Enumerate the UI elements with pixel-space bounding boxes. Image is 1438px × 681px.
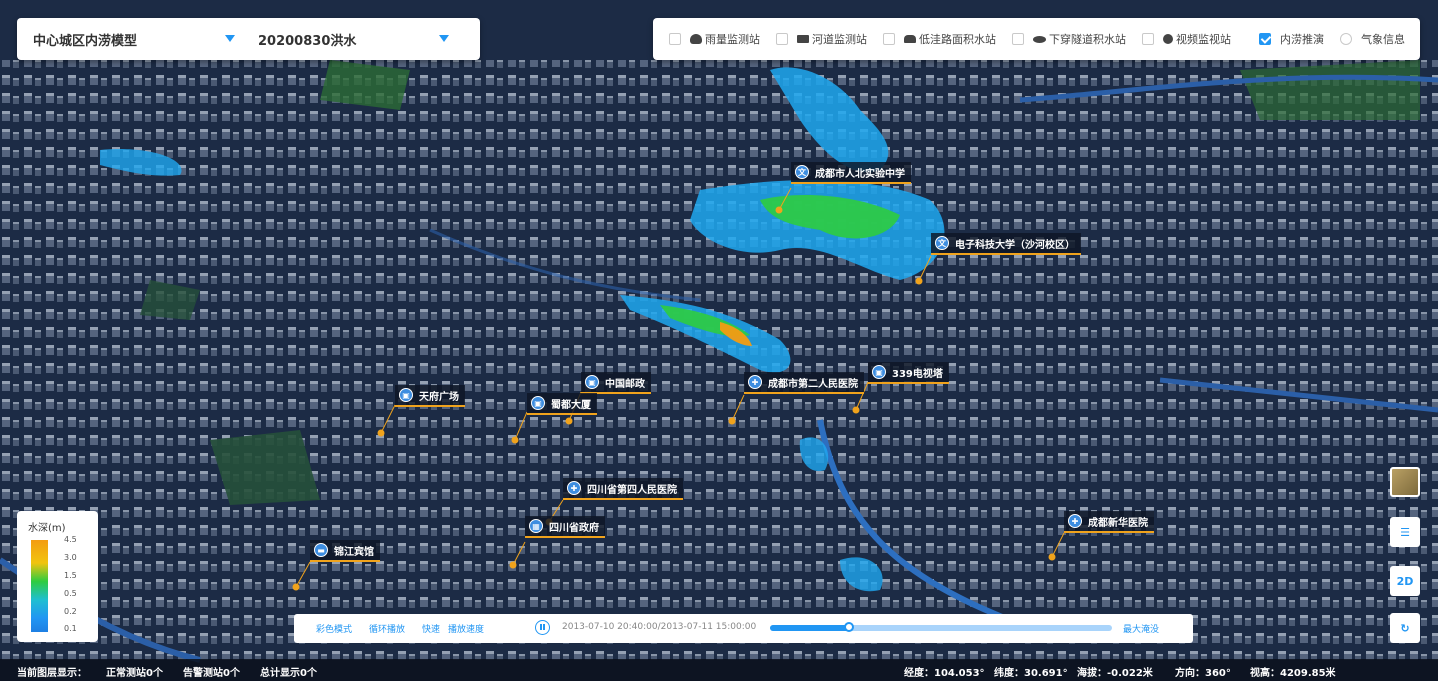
poi-label[interactable]: ▬ 锦江宾馆 [310,540,380,562]
direction-readout: 方向：360° [1175,668,1231,679]
caret-down-icon [225,35,235,42]
total-display-count: 总计显示0个 [260,668,317,679]
color-mode-button[interactable]: 彩色模式 [316,622,352,635]
car-flood-icon [904,35,916,43]
poi-label[interactable]: ✚ 成都市第二人民医院 [744,372,864,394]
scenario-selector-panel: 中心城区内涝模型 20200830洪水 [17,18,480,60]
camera-icon [1163,34,1173,44]
caret-down-icon [439,35,449,42]
tunnel-icon [1033,35,1046,43]
school-icon: 文 [795,165,809,179]
timeline-handle[interactable] [843,622,854,632]
max-inundation-button[interactable]: 最大淹没 [1123,622,1159,635]
3d-city-map[interactable] [0,0,1438,681]
view-height-readout: 视高：4209.85米 [1250,668,1336,679]
hospital-icon: ✚ [567,481,581,495]
building-icon: ▣ [399,388,413,402]
altitude-readout: 海拔：-0.022米 [1077,668,1153,679]
legend-tick: 1.5 [64,571,77,580]
radio-button[interactable] [1340,33,1352,45]
layer-toggle-rain-station[interactable]: 雨量监测站 [669,31,760,47]
checkbox[interactable] [1142,33,1154,45]
building-icon: ▣ [585,375,599,389]
status-bar: 当前图层显示： 正常测站0个 告警测站0个 总计显示0个 经度：104.053°… [0,659,1438,681]
layer-display-label: 当前图层显示： [17,668,87,679]
view-2d-button[interactable]: 2D [1390,566,1420,596]
legend-tick: 0.1 [64,624,77,633]
poi-label[interactable]: 文 成都市人北实验中学 [791,162,911,184]
water-depth-legend: 水深(m) 4.5 3.0 1.5 0.5 0.2 0.1 [17,511,98,642]
building-icon: ▣ [531,396,545,410]
poi-label[interactable]: ▣ 中国邮政 [581,372,651,394]
hospital-icon: ✚ [748,375,762,389]
checkbox-checked[interactable] [1259,33,1271,45]
map-canvas [0,0,1438,681]
normal-stations-count: 正常测站0个 [106,668,163,679]
playback-time: 2013-07-10 20:40:00/2013-07-11 15:00:00 [562,622,757,632]
longitude-readout: 经度：104.053° [904,668,985,679]
hospital-icon: ✚ [1068,514,1082,528]
school-icon: 文 [935,236,949,250]
poi-label[interactable]: ▣ 339电视塔 [868,362,949,384]
basemap-switch-thumbnail[interactable] [1390,467,1420,497]
playback-bar: 彩色模式 循环播放 快速 播放速度 2013-07-10 20:40:00/20… [294,614,1193,643]
legend-tick: 4.5 [64,535,77,544]
cloud-icon [690,34,702,44]
alarm-stations-count: 告警测站0个 [183,668,240,679]
checkbox[interactable] [776,33,788,45]
layer-toggle-tunnel-station[interactable]: 下穿隧道积水站 [1012,31,1126,47]
pause-icon[interactable] [535,620,550,635]
building-icon: ▣ [872,365,886,379]
timeline-slider[interactable] [770,622,1112,632]
poi-label[interactable]: ✚ 成都新华医院 [1064,511,1154,533]
legend-tick: 3.0 [64,553,77,562]
poi-label[interactable]: ▣ 蜀都大厦 [527,393,597,415]
report-icon[interactable]: ☰ [1390,517,1420,547]
layer-toggle-video-station[interactable]: 视频监视站 [1142,31,1231,47]
layer-toggle-flood-simulation[interactable]: 内涝推演 [1259,31,1324,47]
speed-button[interactable]: 快速 [422,622,440,635]
legend-color-bar [31,540,48,632]
legend-tick: 0.2 [64,607,77,616]
timeline-progress [770,625,849,631]
latitude-readout: 纬度：30.691° [994,668,1068,679]
playback-speed-button[interactable]: 播放速度 [448,622,484,635]
layer-toggle-river-station[interactable]: 河道监测站 [776,31,867,47]
layer-toggle-weather[interactable]: 气象信息 [1340,31,1405,47]
hotel-icon: ▬ [314,543,328,557]
checkbox[interactable] [669,33,681,45]
loop-play-button[interactable]: 循环播放 [369,622,405,635]
event-select[interactable]: 20200830洪水 [242,18,480,60]
poi-label[interactable]: ✚ 四川省第四人民医院 [563,478,683,500]
legend-tick: 0.5 [64,589,77,598]
poi-label[interactable]: ▣ 天府广场 [395,385,465,407]
layer-toggle-panel: 雨量监测站 河道监测站 低洼路面积水站 下穿隧道积水站 视频监视站 内涝推演 气… [653,18,1420,60]
poi-label[interactable]: ▦ 四川省政府 [525,516,605,538]
layer-toggle-road-water-station[interactable]: 低洼路面积水站 [883,31,996,47]
river-station-icon [797,35,809,43]
checkbox[interactable] [1012,33,1024,45]
reset-view-icon[interactable]: ↻ [1390,613,1420,643]
model-select[interactable]: 中心城区内涝模型 [17,18,242,60]
poi-label[interactable]: 文 电子科技大学（沙河校区） [931,233,1081,255]
checkbox[interactable] [883,33,895,45]
government-icon: ▦ [529,519,543,533]
